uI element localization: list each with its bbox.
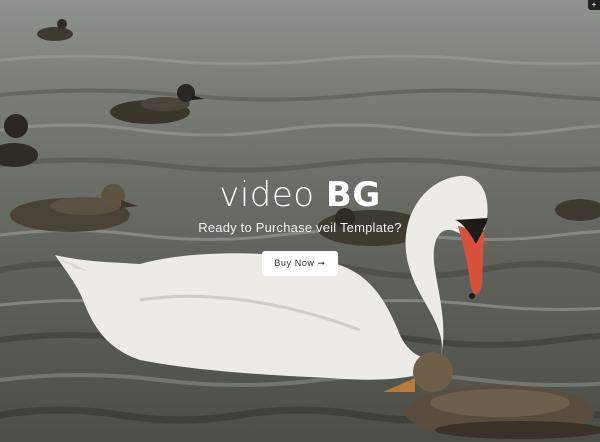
buy-now-button[interactable]: Buy Now ➞: [262, 251, 338, 276]
hero-subtitle: Ready to Purchase veil Template?: [198, 220, 402, 235]
page-title: video BG: [0, 178, 600, 212]
video-background: video BG Ready to Purchase veil Template…: [0, 0, 600, 442]
title-light-text: video: [219, 175, 315, 215]
duck-far-left: [0, 114, 38, 167]
duck-distant-top: [37, 19, 73, 41]
plus-icon: +: [591, 0, 597, 9]
duck-foreground: [383, 352, 600, 439]
corner-plus-button[interactable]: +: [588, 0, 600, 10]
buy-now-label: Buy Now: [274, 258, 315, 268]
duck-upper-left: [110, 84, 204, 124]
arrow-right-icon: ➞: [317, 258, 326, 268]
title-bold-text: BG: [325, 175, 381, 215]
hero-overlay: video BG Ready to Purchase veil Template…: [0, 178, 600, 276]
